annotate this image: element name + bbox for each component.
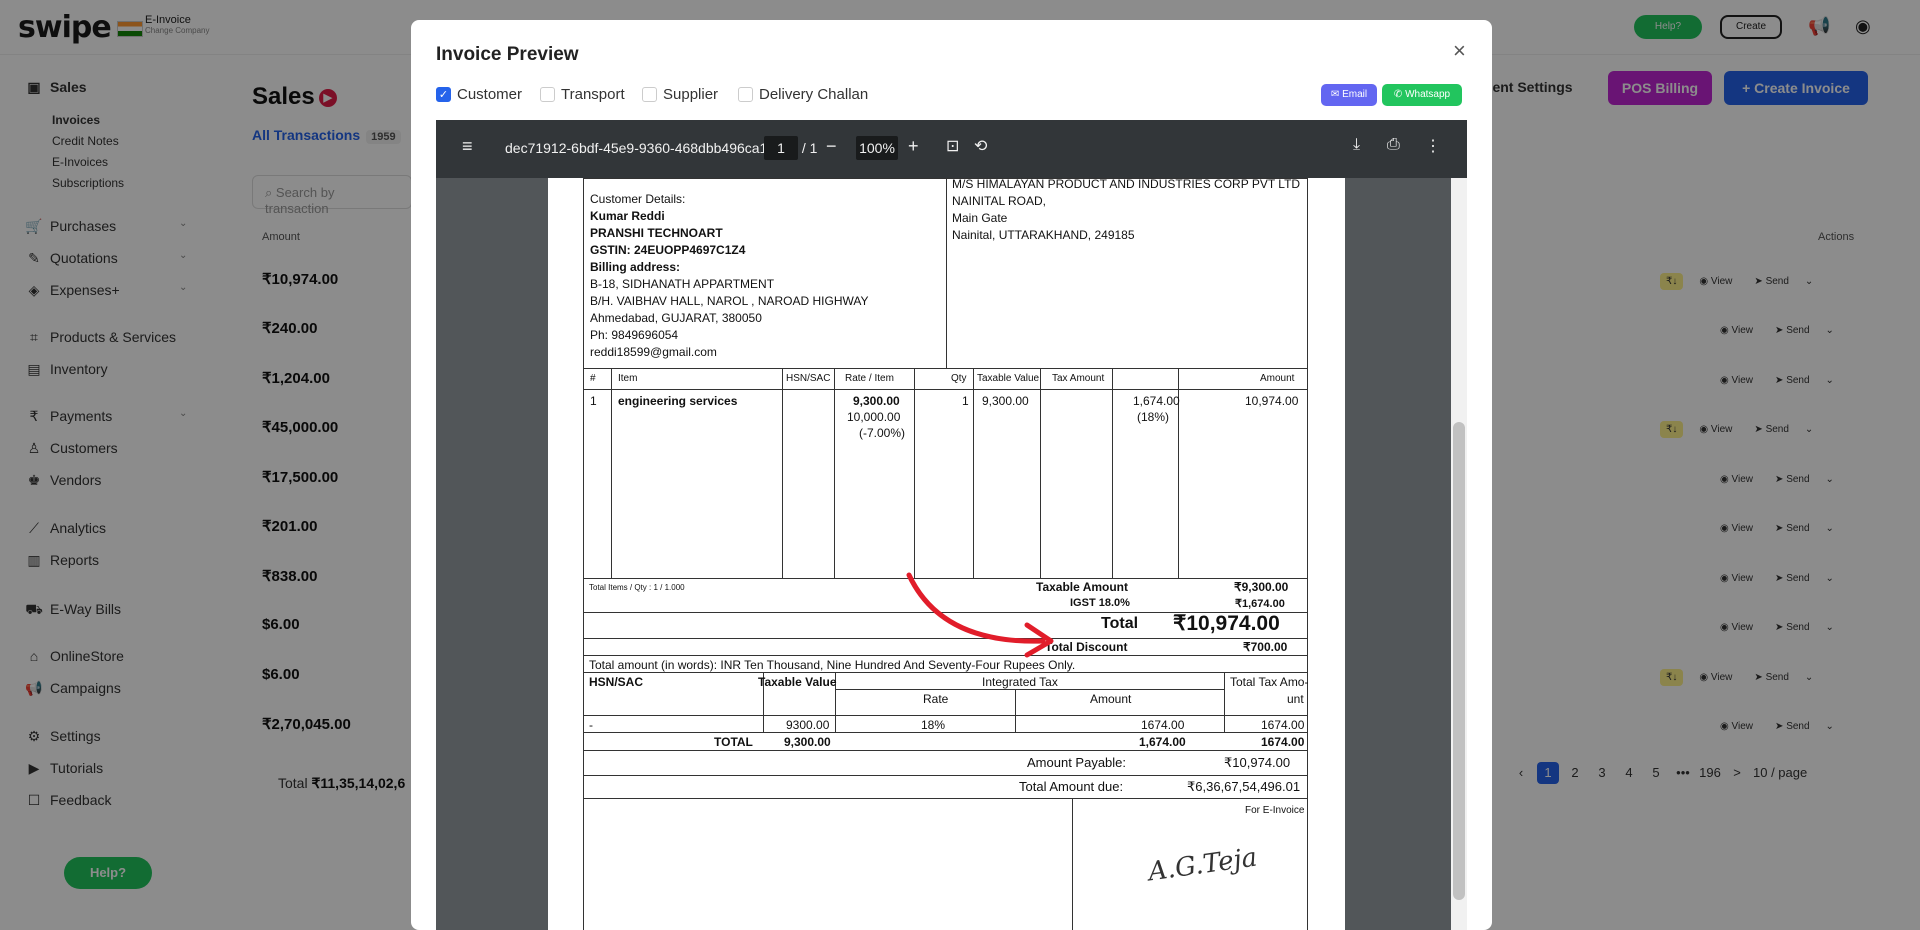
total-label: Total xyxy=(1101,615,1139,632)
col-header-hsn: HSN/SAC xyxy=(786,373,831,384)
col-header-item: Item xyxy=(618,373,638,384)
tax-total-label: TOTAL xyxy=(714,735,753,749)
page-indicator: 1 / 1 xyxy=(764,136,817,160)
customer-gstin: GSTIN: 24EUOPP4697C1Z4 xyxy=(590,243,746,257)
more-options-icon[interactable]: ⋮ xyxy=(1425,136,1441,156)
tax-row-taxable: 9300.00 xyxy=(786,718,830,732)
amount-payable-value: ₹10,974.00 xyxy=(1224,755,1291,770)
col-header-taxable: Taxable Value xyxy=(977,373,1040,384)
igst-label: IGST 18.0% xyxy=(1070,597,1130,609)
zoom-out-icon[interactable]: − xyxy=(826,136,837,157)
modal-title: Invoice Preview xyxy=(436,44,579,65)
total-items-qty: Total Items / Qty : 1 / 1.000 xyxy=(589,583,685,592)
supplier-line: M/S HIMALAYAN PRODUCT AND INDUSTRIES COR… xyxy=(952,177,1301,191)
tax-col-total-tax: Total Tax Amo- xyxy=(1230,675,1309,689)
col-header-tax-amount: Tax Amount xyxy=(1052,373,1105,384)
col-header-number: # xyxy=(590,373,596,384)
total-value: ₹10,974.00 xyxy=(1173,612,1280,635)
pdf-toolbar: ≡ dec71912-6bdf-45e9-9360-468dbb496ca1 1… xyxy=(436,120,1467,178)
billing-address-line: Ahmedabad, GUJARAT, 380050 xyxy=(590,311,762,325)
tax-total-total: 1674.00 xyxy=(1261,735,1305,749)
tax-col-amount: Amount xyxy=(1090,692,1132,706)
tax-col-taxable: Taxable Value xyxy=(758,675,837,689)
item-rate-original: 10,000.00 xyxy=(847,410,901,424)
col-header-amount: Amount xyxy=(1260,373,1295,384)
item-rate-discount: (-7.00%) xyxy=(859,426,906,440)
checkbox-icon xyxy=(642,86,657,102)
checkbox-icon xyxy=(738,86,753,102)
email-button[interactable]: ✉ Email xyxy=(1321,84,1377,106)
pdf-viewer: ≡ dec71912-6bdf-45e9-9360-468dbb496ca1 1… xyxy=(436,120,1467,930)
customer-phone: Ph: 9849696054 xyxy=(590,328,679,342)
item-number: 1 xyxy=(590,394,597,408)
invoice-preview-modal: Invoice Preview × ✓ Customer Transport Su… xyxy=(411,20,1492,930)
supplier-line: NAINITAL ROAD, xyxy=(952,194,1047,208)
close-icon[interactable]: × xyxy=(1453,38,1466,64)
supplier-line: Nainital, UTTARAKHAND, 249185 xyxy=(952,228,1135,242)
billing-address-line: B-18, SIDHANATH APPARTMENT xyxy=(590,277,775,291)
tax-row-hsn: - xyxy=(589,718,593,732)
taxable-amount-value: ₹9,300.00 xyxy=(1234,580,1289,594)
red-arrow-annotation xyxy=(906,572,1054,658)
item-amount: 10,974.00 xyxy=(1245,394,1299,408)
zoom-level[interactable]: 100% xyxy=(856,136,898,160)
signature-image: A.G.Teja xyxy=(1146,842,1259,888)
billing-heading: Billing address: xyxy=(590,260,681,274)
tax-col-integrated: Integrated Tax xyxy=(982,675,1058,689)
rotate-icon[interactable]: ⟲ xyxy=(974,136,987,156)
col-header-qty: Qty xyxy=(951,373,967,384)
app-background: swipe E-Invoice Change Company Help? Crea… xyxy=(0,0,1920,930)
item-taxable: 9,300.00 xyxy=(982,394,1029,408)
page-number-input[interactable]: 1 xyxy=(764,136,798,160)
total-amount-due-label: Total Amount due: xyxy=(1019,779,1124,794)
zoom-in-icon[interactable]: + xyxy=(908,136,919,157)
supplier-line: Main Gate xyxy=(952,211,1008,225)
tax-row-amount: 1674.00 xyxy=(1141,718,1185,732)
tax-col-total-tax-cont: unt xyxy=(1287,692,1304,706)
whatsapp-button[interactable]: ✆ Whatsapp xyxy=(1382,84,1462,106)
tax-row-total: 1674.00 xyxy=(1261,718,1305,732)
for-company-label: For E-Invoice xyxy=(1245,805,1305,816)
option-delivery-challan[interactable]: Delivery Challan xyxy=(738,86,868,103)
customer-company: PRANSHI TECHNOART xyxy=(590,226,723,240)
print-icon[interactable]: ⎙ xyxy=(1387,136,1400,154)
item-qty: 1 xyxy=(962,394,969,408)
checkbox-icon xyxy=(540,86,555,102)
checkbox-checked-icon: ✓ xyxy=(436,86,451,102)
item-rate: 9,300.00 xyxy=(853,394,900,408)
customer-email: reddi18599@gmail.com xyxy=(590,345,717,359)
pdf-page: Customer Details: Kumar Reddi PRANSHI TE… xyxy=(548,177,1345,930)
option-customer[interactable]: ✓ Customer xyxy=(436,86,522,103)
tax-col-hsn: HSN/SAC xyxy=(589,675,644,689)
total-discount-value: ₹700.00 xyxy=(1243,640,1288,654)
tax-total-taxable: 9,300.00 xyxy=(784,735,831,749)
customer-name: Kumar Reddi xyxy=(590,209,665,223)
customer-heading: Customer Details: xyxy=(590,192,686,206)
tax-row-rate: 18% xyxy=(921,718,946,732)
item-tax-amount: 1,674.00 xyxy=(1133,394,1180,408)
option-transport[interactable]: Transport xyxy=(540,86,625,103)
fit-page-icon[interactable]: ⊡ xyxy=(946,136,959,156)
amount-payable-label: Amount Payable: xyxy=(1027,755,1127,770)
item-name: engineering services xyxy=(618,394,738,408)
option-supplier[interactable]: Supplier xyxy=(642,86,718,103)
item-tax-percent: (18%) xyxy=(1137,410,1170,424)
tax-col-rate: Rate xyxy=(923,692,949,706)
tax-total-amount: 1,674.00 xyxy=(1139,735,1186,749)
download-icon[interactable]: ⤓ xyxy=(1353,136,1360,154)
billing-address-line: B/H. VAIBHAV HALL, NAROL , NAROAD HIGHWA… xyxy=(590,294,869,308)
igst-value: ₹1,674.00 xyxy=(1235,598,1285,610)
pdf-filename: dec71912-6bdf-45e9-9360-468dbb496ca1 xyxy=(505,140,768,156)
total-amount-due-value: ₹6,36,67,54,496.01 xyxy=(1187,779,1301,794)
col-header-rate: Rate / Item xyxy=(845,373,894,384)
pdf-scrollbar-thumb[interactable] xyxy=(1453,422,1465,900)
menu-icon[interactable]: ≡ xyxy=(462,136,473,157)
